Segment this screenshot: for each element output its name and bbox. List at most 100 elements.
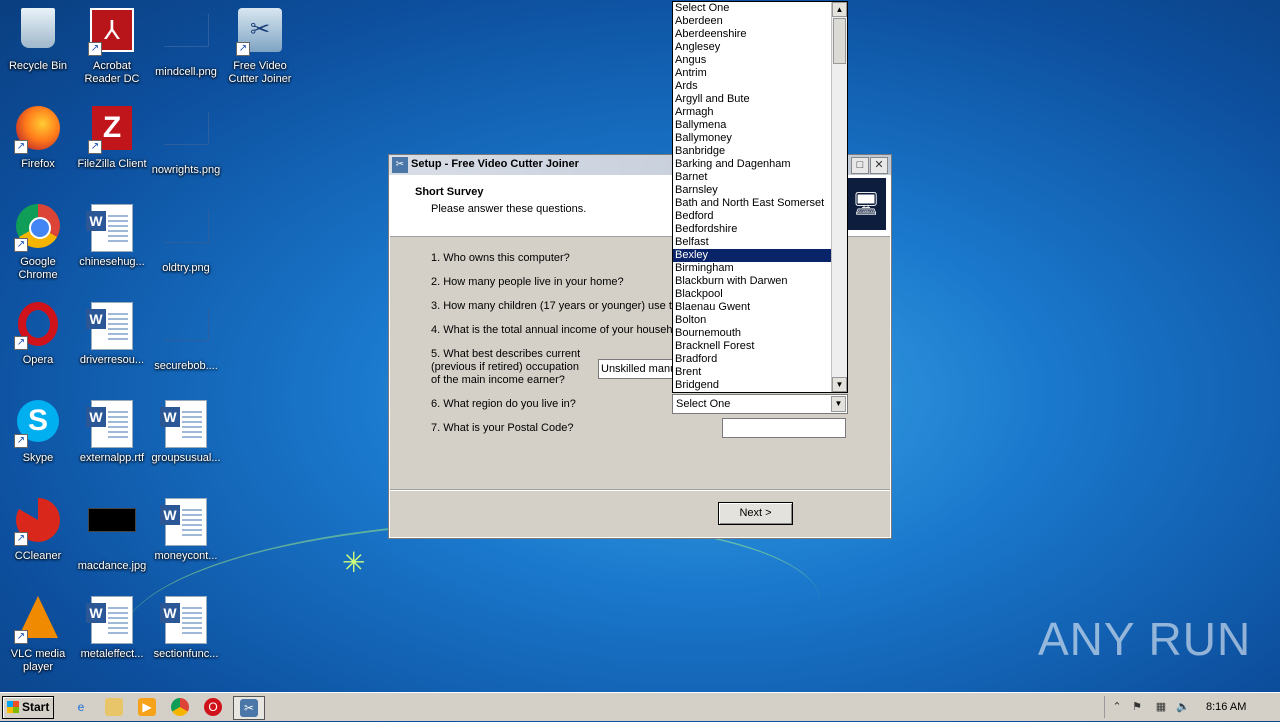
region-option[interactable]: Barnet	[673, 171, 831, 184]
network-icon[interactable]: ▦	[1153, 699, 1169, 715]
region-select[interactable]: Select One ▼	[672, 394, 848, 414]
setup-taskbar-button[interactable]: ✂	[233, 696, 265, 720]
region-option[interactable]: Blackburn with Darwen	[673, 275, 831, 288]
clock[interactable]: 8:16 AM	[1206, 701, 1246, 713]
desktop-icon-securebob[interactable]: securebob....	[148, 298, 224, 390]
ie-icon[interactable]: e	[72, 698, 90, 716]
region-option[interactable]: Bedford	[673, 210, 831, 223]
region-option[interactable]: Bexley	[673, 249, 831, 262]
region-option[interactable]: Blaenau Gwent	[673, 301, 831, 314]
image-file-icon	[163, 112, 209, 145]
setup-taskbar-icon: ✂	[240, 699, 258, 717]
taskbar: Start e ▶ O ✂ ⌃ ⚑ ▦ 🔈 8:16 AM	[0, 692, 1280, 721]
desktop-icon-nowrights[interactable]: nowrights.png	[148, 102, 224, 194]
chrome-taskbar-icon[interactable]	[171, 698, 189, 716]
dropdown-scrollbar[interactable]: ▲ ▼	[831, 2, 847, 392]
desktop-icon-externalpp[interactable]: W externalpp.rtf	[74, 396, 150, 488]
desktop-icon-macdance[interactable]: macdance.jpg	[74, 494, 150, 586]
region-option[interactable]: Bournemouth	[673, 327, 831, 340]
volume-icon[interactable]: 🔈	[1175, 699, 1191, 715]
question-4: 4. What is the total annual income of yo…	[431, 324, 679, 336]
desktop-icon-driverresou[interactable]: W driverresou...	[74, 298, 150, 390]
explorer-icon[interactable]	[105, 698, 123, 716]
action-center-flag-icon[interactable]: ⚑	[1129, 699, 1145, 715]
shortcut-arrow-icon: ↗	[14, 336, 28, 350]
region-option[interactable]: Ballymena	[673, 119, 831, 132]
desktop-icon-groupsusual[interactable]: W groupsusual...	[148, 396, 224, 488]
region-option[interactable]: Banbridge	[673, 145, 831, 158]
desktop-icon-opera[interactable]: ↗ Opera	[0, 298, 76, 390]
region-option[interactable]: Barnsley	[673, 184, 831, 197]
region-option[interactable]: Ards	[673, 80, 831, 93]
question-1: 1. Who owns this computer?	[431, 252, 570, 264]
wizard-subtitle: Please answer these questions.	[431, 203, 587, 215]
region-option[interactable]: Bridgend	[673, 379, 831, 392]
shortcut-arrow-icon: ↗	[88, 42, 102, 56]
desktop-icon-vlc[interactable]: ↗ VLC media player	[0, 592, 76, 684]
media-player-icon[interactable]: ▶	[138, 698, 156, 716]
question-7: 7. What is your Postal Code?	[431, 422, 574, 434]
start-button[interactable]: Start	[2, 696, 54, 719]
desktop-icon-skype[interactable]: S ↗ Skype	[0, 396, 76, 488]
desktop-icon-recycle-bin[interactable]: Recycle Bin	[0, 4, 76, 96]
shortcut-arrow-icon: ↗	[14, 630, 28, 644]
scroll-thumb[interactable]	[833, 18, 846, 64]
image-file-icon	[163, 308, 209, 341]
footer-divider	[390, 489, 890, 491]
region-options: Select One Aberdeen Aberdeenshire Anglesey A…	[673, 2, 831, 392]
setup-app-icon: ✂	[392, 157, 408, 173]
close-button[interactable]: ✕	[870, 157, 888, 174]
region-option[interactable]: Bath and North East Somerset	[673, 197, 831, 210]
desktop-icon-moneycont[interactable]: W moneycont...	[148, 494, 224, 586]
question-2: 2. How many people live in your home?	[431, 276, 624, 288]
show-hidden-icons-icon[interactable]: ⌃	[1109, 699, 1125, 715]
region-option[interactable]: Armagh	[673, 106, 831, 119]
region-dropdown-list[interactable]: Select One Aberdeen Aberdeenshire Anglesey A…	[672, 1, 848, 393]
shortcut-arrow-icon: ↗	[88, 140, 102, 154]
desktop-icon-filezilla[interactable]: Z ↗ FileZilla Client	[74, 102, 150, 194]
chevron-down-icon[interactable]: ▼	[831, 396, 846, 412]
desktop-icon-metaleffect[interactable]: W metaleffect...	[74, 592, 150, 684]
region-option[interactable]: Anglesey	[673, 41, 831, 54]
region-option[interactable]: Bedfordshire	[673, 223, 831, 236]
region-option[interactable]: Belfast	[673, 236, 831, 249]
desktop-icon-chinesehug[interactable]: W chinesehug...	[74, 200, 150, 292]
question-3: 3. How many children (17 years or younge…	[431, 300, 679, 312]
region-option[interactable]: Argyll and Bute	[673, 93, 831, 106]
desktop-icon-firefox[interactable]: ↗ Firefox	[0, 102, 76, 194]
next-button[interactable]: Next >	[718, 502, 793, 525]
region-option[interactable]: Bolton	[673, 314, 831, 327]
anyrun-watermark: ANY RUN	[1038, 613, 1252, 665]
region-option[interactable]: Blackpool	[673, 288, 831, 301]
desktop-icon-acrobat[interactable]: ⅄ ↗ Acrobat Reader DC	[74, 4, 150, 96]
region-option[interactable]: Ballymoney	[673, 132, 831, 145]
word-document-icon: W	[160, 596, 207, 644]
region-option[interactable]: Barking and Dagenham	[673, 158, 831, 171]
scroll-up-icon[interactable]: ▲	[832, 2, 847, 17]
desktop-icon-oldtry[interactable]: oldtry.png	[148, 200, 224, 292]
region-option[interactable]: Bracknell Forest	[673, 340, 831, 353]
opera-taskbar-icon[interactable]: O	[204, 698, 222, 716]
word-document-icon: W	[86, 204, 133, 252]
region-option[interactable]: Angus	[673, 54, 831, 67]
region-option[interactable]: Aberdeenshire	[673, 28, 831, 41]
region-option[interactable]: Birmingham	[673, 262, 831, 275]
desktop-icon-free-video-cutter-joiner[interactable]: ✂ ↗ Free Video Cutter Joiner	[222, 4, 298, 96]
word-document-icon: W	[86, 302, 133, 350]
occupation-select[interactable]: Unskilled manual	[598, 359, 676, 379]
word-document-icon: W	[86, 400, 133, 448]
region-option[interactable]: Bradford	[673, 353, 831, 366]
window-title: Setup - Free Video Cutter Joiner	[411, 158, 579, 170]
region-option[interactable]: Brent	[673, 366, 831, 379]
region-option[interactable]: Aberdeen	[673, 15, 831, 28]
scroll-down-icon[interactable]: ▼	[832, 377, 847, 392]
region-option[interactable]: Select One	[673, 2, 831, 15]
maximize-button[interactable]: □	[851, 157, 869, 174]
desktop-icon-mindcell[interactable]: mindcell.png	[148, 4, 224, 96]
desktop-icon-ccleaner[interactable]: ↗ CCleaner	[0, 494, 76, 586]
word-document-icon: W	[86, 596, 133, 644]
region-option[interactable]: Antrim	[673, 67, 831, 80]
postal-code-input[interactable]	[722, 418, 846, 438]
desktop-icon-google-chrome[interactable]: ↗ Google Chrome	[0, 200, 76, 292]
desktop-icon-sectionfunc[interactable]: W sectionfunc...	[148, 592, 224, 684]
